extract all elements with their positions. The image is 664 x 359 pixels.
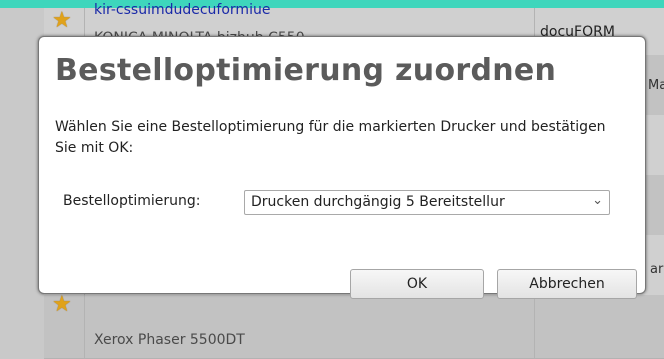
chevron-down-icon[interactable]: ⌄ xyxy=(592,193,603,208)
ok-button[interactable]: OK xyxy=(350,269,484,299)
favorite-star-icon[interactable]: ★ xyxy=(52,10,72,32)
printer-model: Xerox Phaser 5500DT xyxy=(94,332,245,348)
order-optimization-select[interactable]: Drucken durchgängig 5 Bereitstellur ⌄ xyxy=(244,190,610,215)
table-cell-text: ar xyxy=(650,262,664,277)
select-value: Drucken durchgängig 5 Bereitstellur xyxy=(251,194,505,210)
table-row[interactable] xyxy=(44,295,664,359)
printer-link[interactable]: kir-cssuimdudecuformiue xyxy=(94,2,270,18)
cancel-button[interactable]: Abbrechen xyxy=(497,269,637,299)
dialog-title: Bestelloptimierung zuordnen xyxy=(55,53,557,88)
order-optimization-label: Bestelloptimierung: xyxy=(63,193,201,209)
dialog-description: Wählen Sie eine Bestelloptimierung für d… xyxy=(55,119,606,156)
assign-order-optimization-dialog: Bestelloptimierung zuordnen Wählen Sie e… xyxy=(38,36,646,299)
table-cell-text: Ma xyxy=(648,78,664,93)
favorite-star-icon[interactable]: ★ xyxy=(52,294,72,316)
table-cell xyxy=(534,295,664,358)
